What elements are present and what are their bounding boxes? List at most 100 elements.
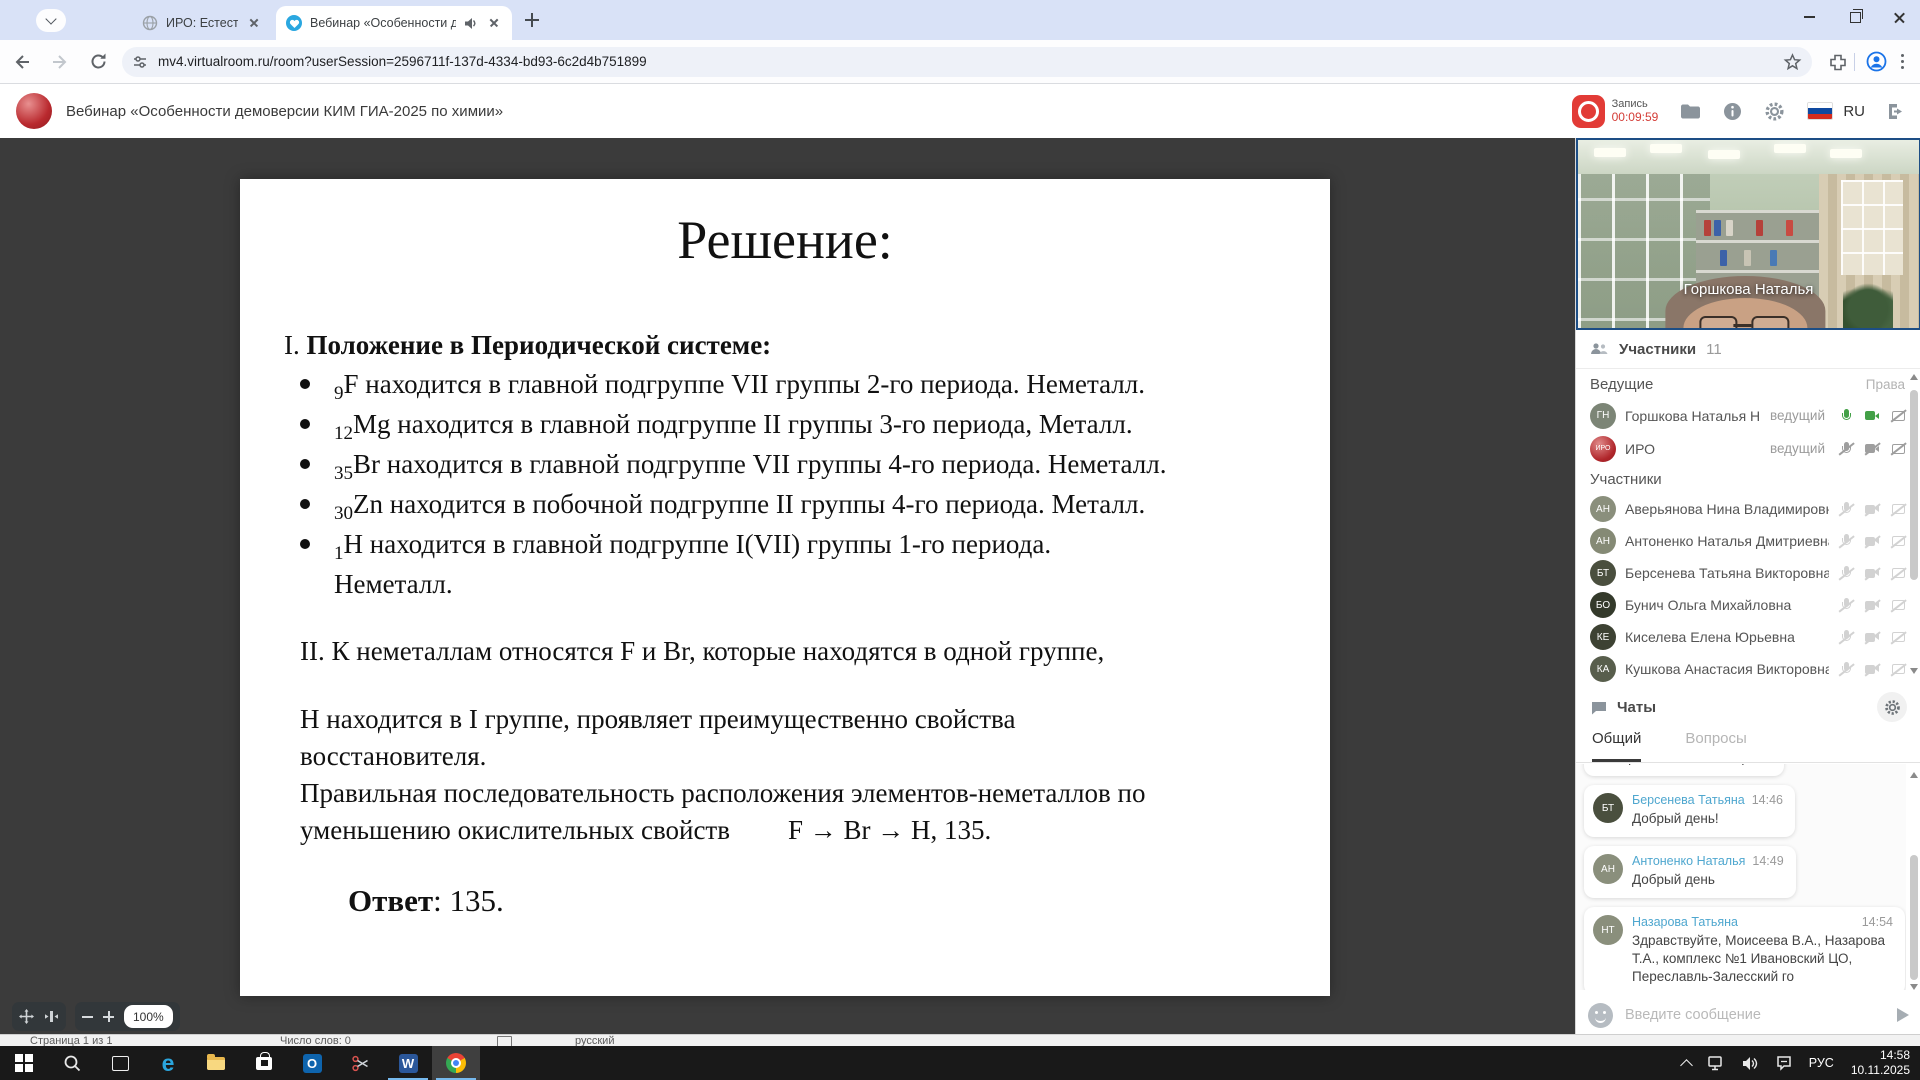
slide-view-controls: 100% (12, 1002, 180, 1031)
bookmark-star-icon[interactable] (1783, 52, 1802, 71)
camera-on-icon[interactable] (1864, 408, 1881, 423)
zoom-level[interactable]: 100% (124, 1005, 173, 1028)
new-tab-button[interactable] (524, 12, 540, 28)
screenshare-off-icon[interactable] (1890, 441, 1907, 456)
host-row[interactable]: ИРО ИРО ведущий (1576, 432, 1920, 465)
scroll-down-icon[interactable] (1910, 668, 1918, 674)
edge-button[interactable]: e (144, 1046, 192, 1080)
record-control[interactable]: Запись 00:09:59 (1571, 94, 1658, 128)
tab-search-button[interactable] (36, 9, 66, 32)
scroll-thumb[interactable] (1910, 855, 1918, 980)
avatar: НТ (1593, 915, 1623, 945)
window-minimize-button[interactable] (1786, 0, 1832, 34)
camera-off-icon[interactable] (1864, 441, 1881, 456)
back-button[interactable] (6, 46, 38, 78)
avatar: АН (1590, 528, 1616, 554)
chat-settings-button[interactable] (1877, 692, 1907, 722)
action-center-button[interactable] (1776, 1055, 1792, 1071)
tab-general-chat[interactable]: Общий (1592, 730, 1642, 762)
mic-off-icon (1838, 534, 1855, 549)
scroll-down-icon[interactable] (1910, 984, 1918, 990)
profile-button[interactable] (1861, 46, 1893, 78)
url-text[interactable]: mv4.virtualroom.ru/room?userSession=2596… (158, 54, 1773, 69)
address-bar[interactable]: mv4.virtualroom.ru/room?userSession=2596… (122, 46, 1812, 77)
speaker-video[interactable]: Горшкова Наталья (1576, 138, 1920, 330)
file-explorer-button[interactable] (192, 1046, 240, 1080)
camera-off-icon (1864, 630, 1881, 645)
tray-expand-icon[interactable] (1679, 1058, 1693, 1072)
puzzle-icon (1829, 54, 1846, 70)
pan-mode-button[interactable] (19, 1009, 34, 1024)
record-icon[interactable] (1571, 94, 1605, 128)
taskbar-search-button[interactable] (48, 1046, 96, 1080)
tab-audio-icon[interactable] (464, 17, 478, 30)
chat-messages[interactable]: спикера? Вылетел интернет. БТ Берсенева … (1576, 764, 1906, 990)
language-switcher[interactable] (1807, 102, 1834, 120)
slide-section2-text: II. К неметаллам относятся F и Br, котор… (300, 636, 1105, 666)
chat-scrollbar[interactable] (1908, 772, 1920, 990)
tab-close-icon[interactable] (246, 15, 262, 31)
settings-button[interactable] (1764, 101, 1785, 122)
scroll-up-icon[interactable] (1910, 374, 1918, 380)
chrome-icon (446, 1053, 466, 1073)
speaker-name-label: Горшкова Наталья (1683, 281, 1814, 298)
extensions-button[interactable] (1822, 46, 1854, 78)
word-icon: W (398, 1053, 418, 1073)
participants-scrollbar[interactable] (1908, 374, 1920, 674)
fit-width-button[interactable] (44, 1009, 59, 1024)
member-row[interactable]: АН Антоненко Наталья Дмитриевна (1576, 525, 1920, 557)
member-row[interactable]: АН Аверьянова Нина Владимировна (1576, 493, 1920, 525)
participants-title: Участники (1619, 340, 1697, 358)
member-row[interactable]: БТ Берсенева Татьяна Викторовна (1576, 557, 1920, 589)
tab-iro[interactable]: ИРО: Естественно-математиче (132, 6, 272, 40)
leave-room-button[interactable] (1887, 103, 1906, 120)
outlook-button[interactable]: O (288, 1046, 336, 1080)
reload-button[interactable] (82, 46, 114, 78)
mic-on-icon[interactable] (1838, 408, 1855, 423)
minimize-icon (1803, 16, 1815, 18)
taskbar-clock[interactable]: 14:58 10.11.2025 (1851, 1048, 1910, 1078)
mic-off-icon[interactable] (1838, 441, 1855, 456)
scroll-thumb[interactable] (1910, 390, 1918, 580)
store-button[interactable] (240, 1046, 288, 1080)
window-close-button[interactable] (1878, 0, 1920, 34)
chat-header: Чаты (1576, 684, 1920, 730)
member-row[interactable]: КА Кушкова Анастасия Викторовна (1576, 653, 1920, 684)
files-button[interactable] (1680, 103, 1701, 120)
tab-close-icon[interactable] (486, 15, 502, 31)
browser-menu-button[interactable] (1897, 50, 1908, 73)
word-button[interactable]: W (384, 1046, 432, 1080)
forward-button[interactable] (44, 46, 76, 78)
chat-title: Чаты (1617, 698, 1657, 716)
language-code[interactable]: RU (1843, 103, 1865, 120)
scroll-up-icon[interactable] (1910, 772, 1918, 778)
network-tray-button[interactable] (1708, 1055, 1725, 1071)
slide-bullet: 30Zn находится в побочной подгруппе II г… (298, 486, 1300, 526)
window-restore-button[interactable] (1832, 0, 1878, 34)
zoom-in-button[interactable] (103, 1011, 114, 1022)
member-row[interactable]: БО Бунич Ольга Михайловна (1576, 589, 1920, 621)
zoom-out-button[interactable] (82, 1015, 93, 1018)
start-button[interactable] (0, 1046, 48, 1080)
chrome-button[interactable] (432, 1046, 480, 1080)
browser-toolbar: mv4.virtualroom.ru/room?userSession=2596… (0, 40, 1920, 84)
clock-date: 10.11.2025 (1850, 1063, 1910, 1077)
send-icon[interactable] (1897, 1008, 1909, 1022)
avatar: КЕ (1590, 624, 1616, 650)
screenshare-off-icon[interactable] (1890, 408, 1907, 423)
snipping-tool-button[interactable] (336, 1046, 384, 1080)
site-settings-icon[interactable] (132, 54, 148, 70)
tab-webinar[interactable]: Вебинар «Особенности де (276, 6, 512, 40)
volume-tray-button[interactable] (1742, 1056, 1759, 1071)
screenshare-off-icon (1890, 630, 1907, 645)
info-button[interactable] (1723, 102, 1742, 121)
task-view-button[interactable] (96, 1046, 144, 1080)
emoji-icon[interactable] (1588, 1002, 1613, 1028)
keyboard-language[interactable]: РУС (1809, 1056, 1834, 1070)
participants-header: Участники 11 (1576, 330, 1920, 369)
tab-questions-chat[interactable]: Вопросы (1685, 730, 1746, 762)
host-row[interactable]: ГН Горшкова Наталья Ни... ведущий (1576, 399, 1920, 432)
chat-input[interactable] (1623, 1006, 1887, 1024)
slide-paragraph: Н находится в I группе, проявляет преиму… (300, 704, 1146, 845)
member-row[interactable]: КЕ Киселева Елена Юрьевна (1576, 621, 1920, 653)
